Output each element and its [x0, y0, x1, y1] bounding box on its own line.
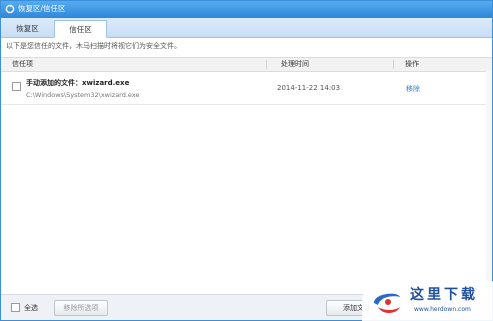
- watermark: 这里下载 www.herdown.com: [362, 281, 493, 321]
- file-path: C:\Windows\System32\xwizard.exe: [26, 91, 140, 99]
- trust-zone-window: 恢复区/信任区 恢复区 信任区 以下是您信任的文件，木马扫描时将视它们为安全文件…: [0, 0, 493, 321]
- select-all-label: 全选: [24, 304, 38, 312]
- file-name: 手动添加的文件：xwizard.exe: [26, 79, 130, 87]
- row-checkbox[interactable]: [12, 82, 21, 91]
- select-all-checkbox[interactable]: [11, 303, 20, 312]
- table-header: 信任项 处理时间 操作: [1, 57, 492, 72]
- window-title: 恢复区/信任区: [18, 4, 66, 13]
- remove-link[interactable]: 移除: [406, 84, 420, 94]
- tab-recovery-zone[interactable]: 恢复区: [1, 20, 54, 37]
- scrollbar[interactable]: [486, 71, 492, 293]
- watermark-text: 这里下载: [410, 287, 478, 303]
- header-trust-item: 信任项: [12, 60, 33, 68]
- tab-trust-zone[interactable]: 信任区: [54, 20, 107, 38]
- table-row: 手动添加的文件：xwizard.exe C:\Windows\System32\…: [1, 74, 492, 105]
- title-bar: 恢复区/信任区: [1, 1, 492, 18]
- header-action: 操作: [405, 60, 419, 68]
- remove-selected-button[interactable]: 移除所选项: [54, 300, 108, 316]
- header-process-time: 处理时间: [281, 60, 309, 68]
- notice-text: 以下是您信任的文件，木马扫描时将视它们为安全文件。: [6, 42, 181, 50]
- header-divider: [266, 60, 267, 69]
- watermark-url: www.herdown.com: [414, 306, 471, 313]
- process-time: 2014-11-22 14:03: [277, 84, 341, 92]
- recycle-icon: [5, 4, 15, 14]
- tab-bar: 恢复区 信任区: [1, 18, 492, 38]
- header-divider: [393, 60, 394, 69]
- watermark-logo-icon: [374, 293, 400, 313]
